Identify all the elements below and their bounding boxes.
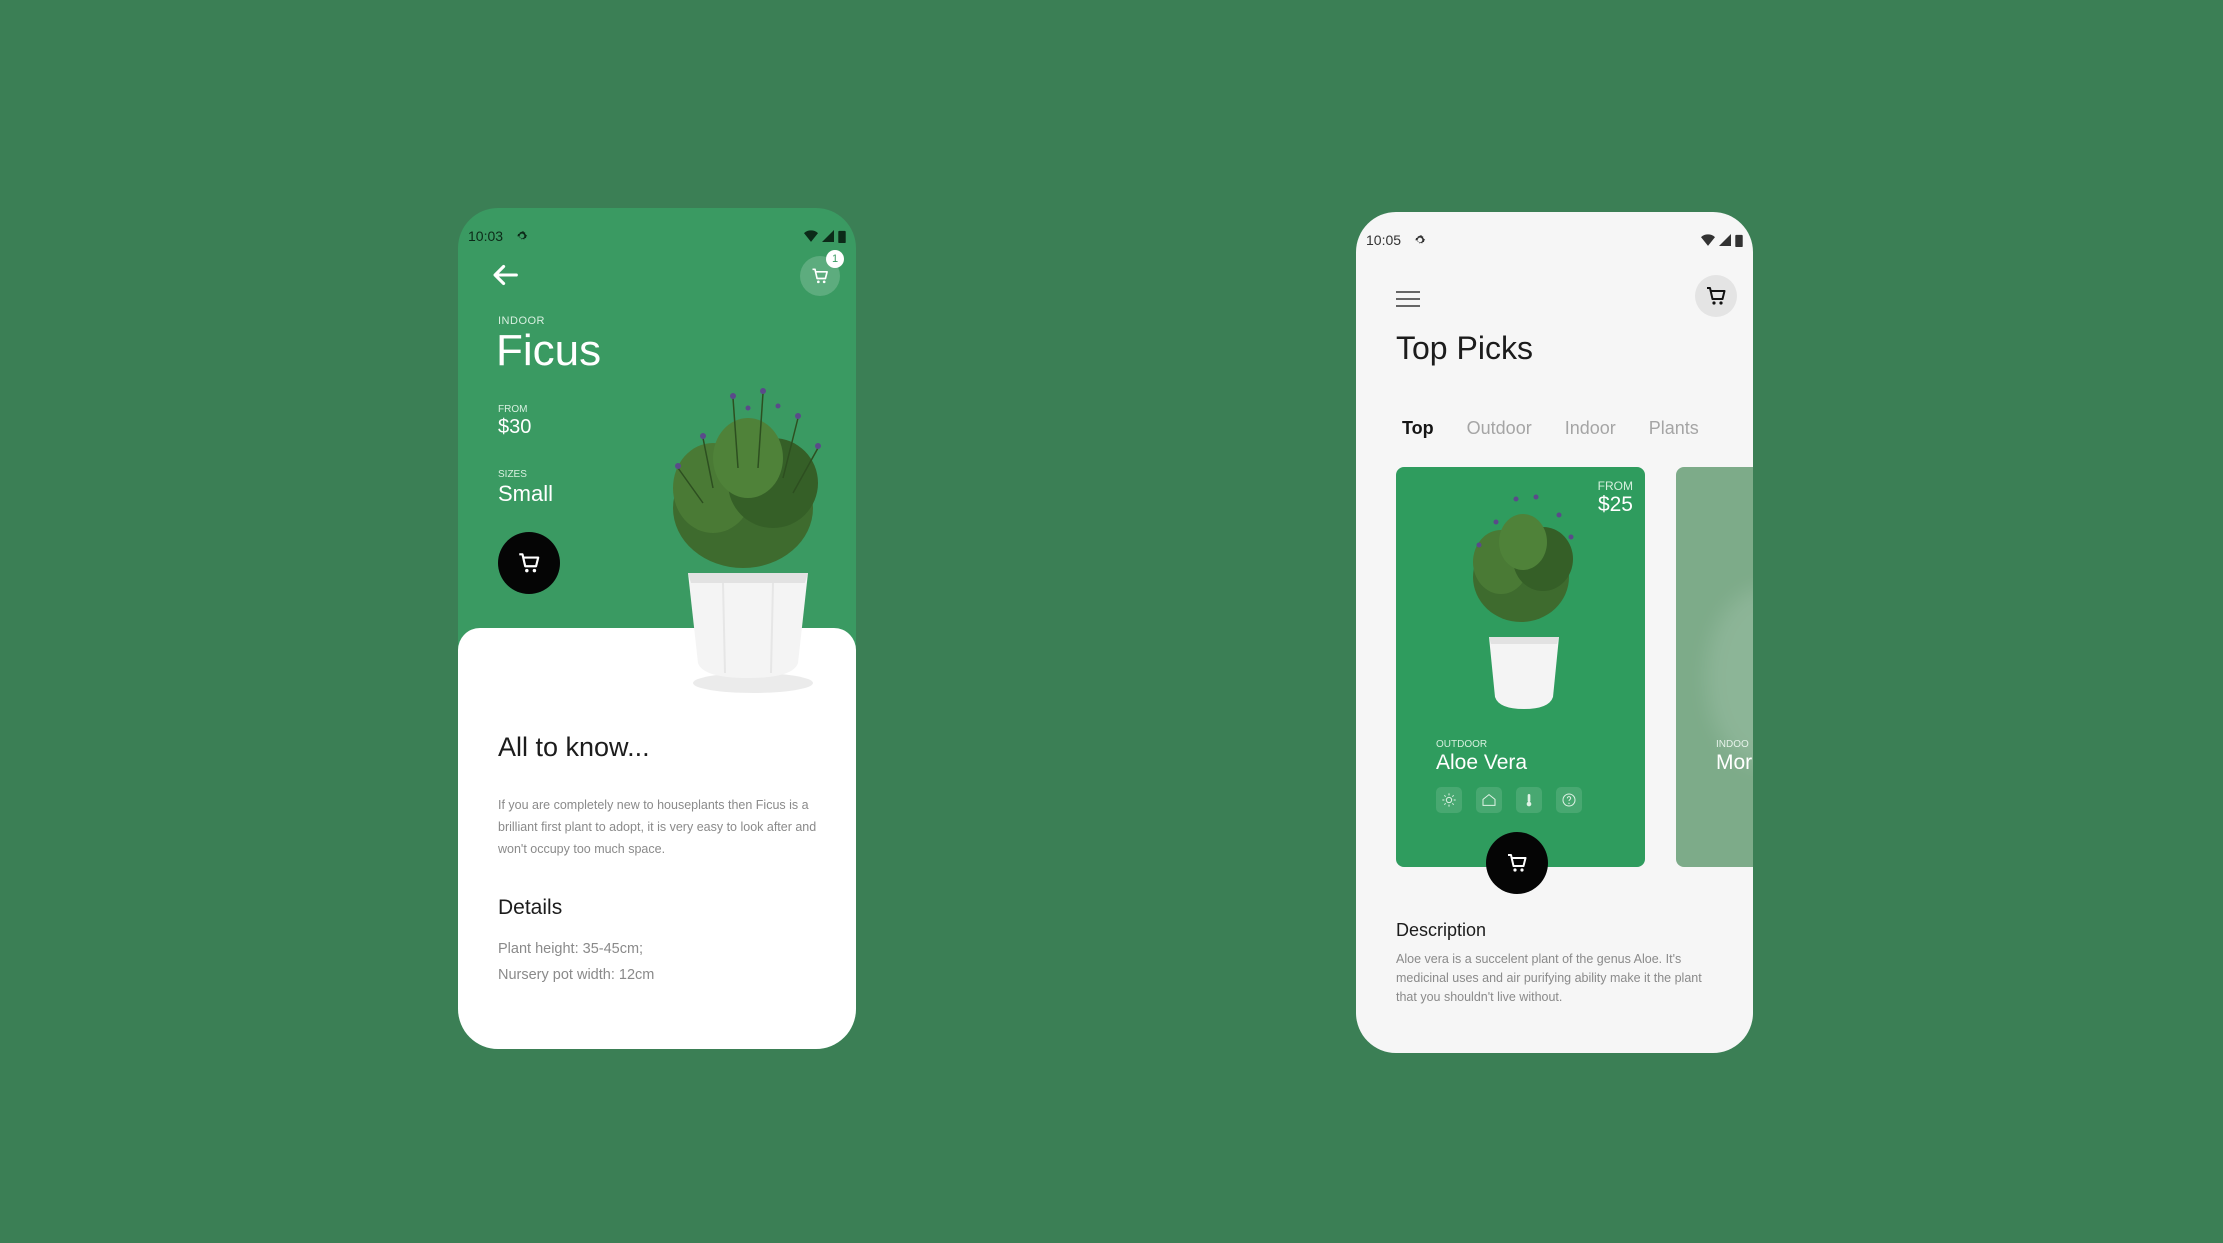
home-icon[interactable] xyxy=(1476,787,1502,813)
plant-image xyxy=(673,388,821,693)
info-text: If you are completely new to houseplants… xyxy=(498,798,817,856)
size-value[interactable]: Small xyxy=(498,481,553,507)
cart-icon xyxy=(1707,287,1726,305)
status-time: 10:05 xyxy=(1366,232,1402,248)
details-item: Plant height: 35-45cm; xyxy=(498,941,644,957)
card-category: INDOO xyxy=(1716,739,1749,750)
page-title: Top Picks xyxy=(1396,330,1533,366)
battery-icon xyxy=(838,230,846,243)
price-value: $25 xyxy=(1597,493,1633,516)
tab-top[interactable]: Top xyxy=(1402,418,1434,439)
card-product-name: Mor xyxy=(1716,751,1753,774)
plant-image xyxy=(1473,494,1574,709)
cart-icon xyxy=(519,553,540,573)
status-time: 10:03 xyxy=(468,228,504,244)
size-label: SIZES xyxy=(498,469,527,480)
gear-icon xyxy=(516,230,528,240)
back-arrow-icon[interactable] xyxy=(488,258,522,292)
card-product-name: Aloe Vera xyxy=(1436,751,1528,774)
product-card[interactable]: FROM $25 OUTDOOR Aloe Vera xyxy=(1396,467,1645,867)
status-bar: 10:05 xyxy=(1366,230,1743,250)
signal-icon xyxy=(822,230,834,242)
battery-icon xyxy=(1735,234,1743,247)
product-card-next[interactable]: INDOO Mor xyxy=(1676,467,1753,867)
tab-indoor[interactable]: Indoor xyxy=(1565,418,1616,439)
tab-plants[interactable]: Plants xyxy=(1649,418,1699,439)
signal-icon xyxy=(1719,234,1731,246)
gear-icon xyxy=(1414,234,1426,244)
description-heading: Description xyxy=(1396,920,1487,940)
card-category: OUTDOOR xyxy=(1436,739,1488,750)
product-detail-screen: 10:03 1 INDOOR Ficus FROM $30 SIZES Smal… xyxy=(458,208,856,1049)
description-text: Aloe vera is a succelent plant of the ge… xyxy=(1396,952,1702,1004)
wifi-icon xyxy=(804,230,818,242)
cart-icon xyxy=(812,268,828,284)
details-item: Nursery pot width: 12cm xyxy=(498,967,655,983)
help-icon[interactable] xyxy=(1556,787,1582,813)
thermometer-icon[interactable] xyxy=(1516,787,1542,813)
wifi-icon xyxy=(1701,234,1715,246)
top-picks-screen: 10:05 Top Picks Top Outdoor Indoor Plant… xyxy=(1356,212,1753,1053)
add-to-cart-button[interactable] xyxy=(498,532,560,594)
product-title: Ficus xyxy=(496,326,602,375)
cart-icon xyxy=(1508,854,1527,872)
price-label: FROM xyxy=(498,404,528,415)
menu-icon[interactable] xyxy=(1396,290,1420,308)
details-heading: Details xyxy=(498,896,563,919)
care-icons xyxy=(1436,787,1582,813)
category-tabs: Top Outdoor Indoor Plants xyxy=(1396,418,1699,439)
cart-count-badge: 1 xyxy=(826,250,844,268)
tab-outdoor[interactable]: Outdoor xyxy=(1467,418,1532,439)
info-heading: All to know... xyxy=(498,732,650,762)
add-to-cart-button[interactable] xyxy=(1486,832,1548,894)
price-label: FROM xyxy=(1597,479,1633,493)
sun-icon[interactable] xyxy=(1436,787,1462,813)
price-value: $30 xyxy=(498,416,532,438)
cart-button[interactable] xyxy=(1695,275,1737,317)
status-bar: 10:03 xyxy=(468,226,846,246)
